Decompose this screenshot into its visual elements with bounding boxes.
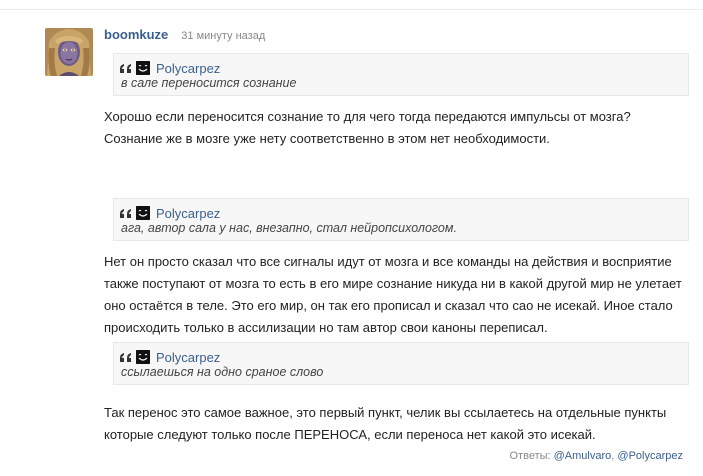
- reply-link[interactable]: @Amulvaro: [554, 450, 612, 462]
- quote-author-avatar-icon[interactable]: [136, 61, 150, 75]
- username-link[interactable]: boomkuze: [104, 27, 168, 42]
- replies-footer: Ответы: @Amulvaro, @Polycarpez: [510, 450, 684, 462]
- paragraph-line: также поступают от мозга то есть в его м…: [104, 276, 682, 291]
- quote-author-avatar-icon[interactable]: [136, 350, 150, 364]
- quote-block: Polycarpez ага, автор сала у нас, внезап…: [113, 198, 689, 241]
- quote-author-link[interactable]: Polycarpez: [156, 61, 220, 76]
- quote-text: ага, автор сала у нас, внезапно, стал не…: [121, 221, 457, 235]
- comment-paragraph: Нет он просто сказал что все сигналы иду…: [104, 251, 684, 339]
- reply-separator: ,: [611, 450, 615, 462]
- quote-text: в сале переносится сознание: [121, 76, 297, 90]
- comment-paragraph: Так перенос это самое важное, это первый…: [104, 402, 684, 446]
- paragraph-line: которые следуют только после ПЕРЕНОСА, е…: [104, 427, 596, 442]
- paragraph-line: Хорошо если переносится сознание то для …: [104, 109, 631, 124]
- quote-mark-icon: [119, 208, 133, 218]
- quote-block: Polycarpez в сале переносится сознание: [113, 53, 689, 96]
- quote-block: Polycarpez ссылаешься на одно сраное сло…: [113, 342, 689, 385]
- quote-header: Polycarpez: [114, 205, 220, 221]
- quote-author-avatar-icon[interactable]: [136, 206, 150, 220]
- comment-timestamp: 31 минуту назад: [181, 30, 266, 42]
- replies-label: Ответы:: [509, 450, 551, 462]
- paragraph-line: Так перенос это самое важное, это первый…: [104, 405, 667, 420]
- paragraph-line: оно остаётся в теле. Это его мир, он так…: [104, 298, 673, 313]
- comment-paragraph: Хорошо если переносится сознание то для …: [104, 106, 684, 150]
- quote-author-link[interactable]: Polycarpez: [156, 350, 220, 365]
- quote-author-link[interactable]: Polycarpez: [156, 206, 220, 221]
- top-divider: [0, 9, 703, 10]
- user-avatar[interactable]: [45, 28, 93, 76]
- quote-text: ссылаешься на одно сраное слово: [121, 365, 324, 379]
- paragraph-line: происходить только в ассилизации но там …: [104, 320, 548, 335]
- quote-header: Polycarpez: [114, 60, 220, 76]
- paragraph-line: Нет он просто сказал что все сигналы иду…: [104, 254, 672, 269]
- quote-mark-icon: [119, 352, 133, 362]
- paragraph-line: Сознание же в мозге уже нету соответстве…: [104, 131, 550, 146]
- quote-header: Polycarpez: [114, 349, 220, 365]
- reply-link[interactable]: @Polycarpez: [617, 450, 683, 462]
- quote-mark-icon: [119, 63, 133, 73]
- comment-header: boomkuze 31 минуту назад: [104, 27, 265, 43]
